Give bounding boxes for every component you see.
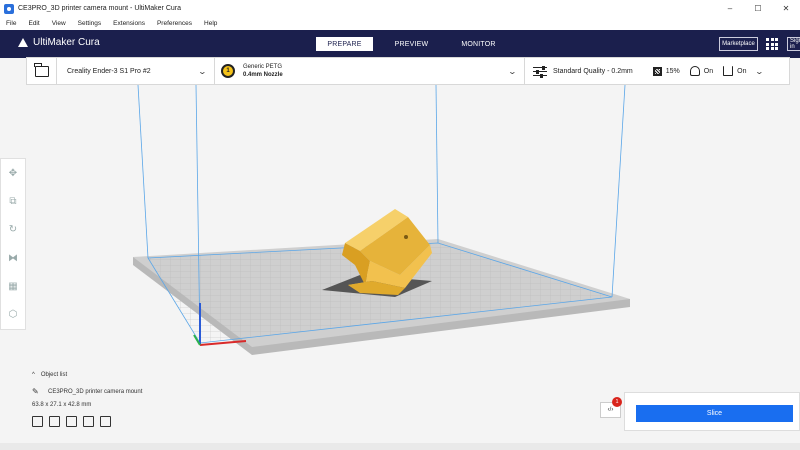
pencil-icon: ✎ — [32, 387, 39, 396]
tab-prepare[interactable]: PREPARE — [316, 37, 373, 51]
menu-preferences[interactable]: Preferences — [151, 20, 198, 27]
chevron-up-icon: ^ — [32, 372, 35, 378]
window-title: CE3PRO_3D printer camera mount - UltiMak… — [18, 5, 181, 12]
cura-app-icon — [4, 3, 14, 14]
printer-name: Creality Ender-3 S1 Pro #2 — [67, 67, 151, 75]
chevron-down-icon: ⌄ — [507, 66, 518, 76]
sliders-icon — [533, 65, 547, 78]
brand: UltiMaker Cura — [18, 37, 100, 48]
apps-grid-icon[interactable] — [766, 38, 778, 50]
rotate-tool-icon[interactable]: ↻ — [7, 224, 19, 236]
support-icon — [689, 66, 700, 76]
code-icon: ‹/› — [607, 407, 614, 413]
print-settings-selector[interactable]: Standard Quality - 0.2mm 15% On On ⌄ — [525, 58, 789, 84]
printer-selector[interactable]: Creality Ender-3 S1 Pro #2 ⌄ — [57, 58, 215, 84]
ultimaker-logo-icon — [18, 38, 29, 47]
menu-edit[interactable]: Edit — [22, 20, 45, 27]
tab-monitor[interactable]: MONITOR — [450, 37, 507, 51]
mirror-tool-icon[interactable]: ⧓ — [7, 252, 19, 264]
notification-badge: 1 — [612, 397, 622, 407]
support-value: On — [703, 67, 714, 75]
quality-profile: Standard Quality - 0.2mm — [553, 67, 633, 75]
sign-in-button[interactable]: Sign in — [787, 37, 800, 51]
slice-button[interactable]: Slice — [636, 405, 793, 422]
material-name: Generic PETG — [243, 64, 283, 70]
menu-help[interactable]: Help — [198, 20, 223, 27]
folder-icon — [33, 62, 49, 77]
support-blocker-icon[interactable]: ⬡ — [7, 309, 19, 321]
menu-extensions[interactable]: Extensions — [107, 20, 151, 27]
minimize-button[interactable]: – — [716, 0, 744, 17]
nozzle-size: 0.4mm Nozzle — [243, 72, 283, 78]
chevron-down-icon: ⌄ — [755, 66, 765, 76]
object-dimensions: 63.8 x 27.1 x 42.8 mm — [32, 402, 92, 408]
main-toolbar: Creality Ender-3 S1 Pro #2 ⌄ 1 Generic P… — [26, 57, 790, 85]
left-view-icon[interactable] — [83, 416, 94, 427]
material-selector[interactable]: 1 Generic PETG 0.4mm Nozzle ⌄ — [215, 58, 525, 84]
adhesion-value: On — [737, 67, 747, 75]
open-file-button[interactable] — [27, 58, 57, 84]
extruder-badge-icon: 1 — [221, 64, 235, 78]
marketplace-button[interactable]: Marketplace — [719, 37, 758, 51]
close-button[interactable]: ✕ — [772, 0, 800, 17]
move-tool-icon[interactable]: ✥ — [7, 167, 19, 179]
menu-view[interactable]: View — [46, 20, 72, 27]
brand-name: UltiMaker Cura — [33, 37, 100, 48]
maximize-button[interactable]: ☐ — [744, 0, 772, 17]
view-buttons — [32, 416, 142, 427]
bottom-strip — [0, 443, 800, 450]
scale-tool-icon[interactable]: ⧉ — [7, 195, 19, 207]
object-list-header: Object list — [40, 372, 68, 378]
infill-value: 15% — [665, 67, 680, 75]
app-header: UltiMaker Cura PREPARE PREVIEW MONITOR M… — [0, 30, 800, 58]
tool-panel: ✥ ⧉ ↻ ⧓ ▦ ⬡ — [0, 158, 26, 330]
menu-bar: File Edit View Settings Extensions Prefe… — [0, 17, 800, 30]
front-view-icon[interactable] — [49, 416, 60, 427]
menu-file[interactable]: File — [0, 20, 22, 27]
adhesion-icon — [723, 66, 734, 76]
menu-settings[interactable]: Settings — [72, 20, 108, 27]
window-title-bar: CE3PRO_3D printer camera mount - UltiMak… — [0, 0, 800, 17]
object-name: CE3PRO_3D printer camera mount — [48, 389, 143, 395]
chevron-down-icon: ⌄ — [197, 66, 208, 76]
per-model-settings-icon[interactable]: ▦ — [7, 280, 19, 292]
right-view-icon[interactable] — [100, 416, 111, 427]
object-list-item[interactable]: ✎ CE3PRO_3D printer camera mount — [32, 388, 142, 396]
object-list-toggle[interactable]: ^ Object list — [32, 372, 142, 378]
tab-preview[interactable]: PREVIEW — [383, 37, 440, 51]
top-view-icon[interactable] — [66, 416, 77, 427]
slice-panel: Slice — [624, 392, 800, 431]
stage-tabs: PREPARE PREVIEW MONITOR — [316, 37, 517, 51]
3d-view-icon[interactable] — [32, 416, 43, 427]
infill-icon — [652, 66, 662, 76]
object-list-panel: ^ Object list ✎ CE3PRO_3D printer camera… — [32, 372, 142, 427]
